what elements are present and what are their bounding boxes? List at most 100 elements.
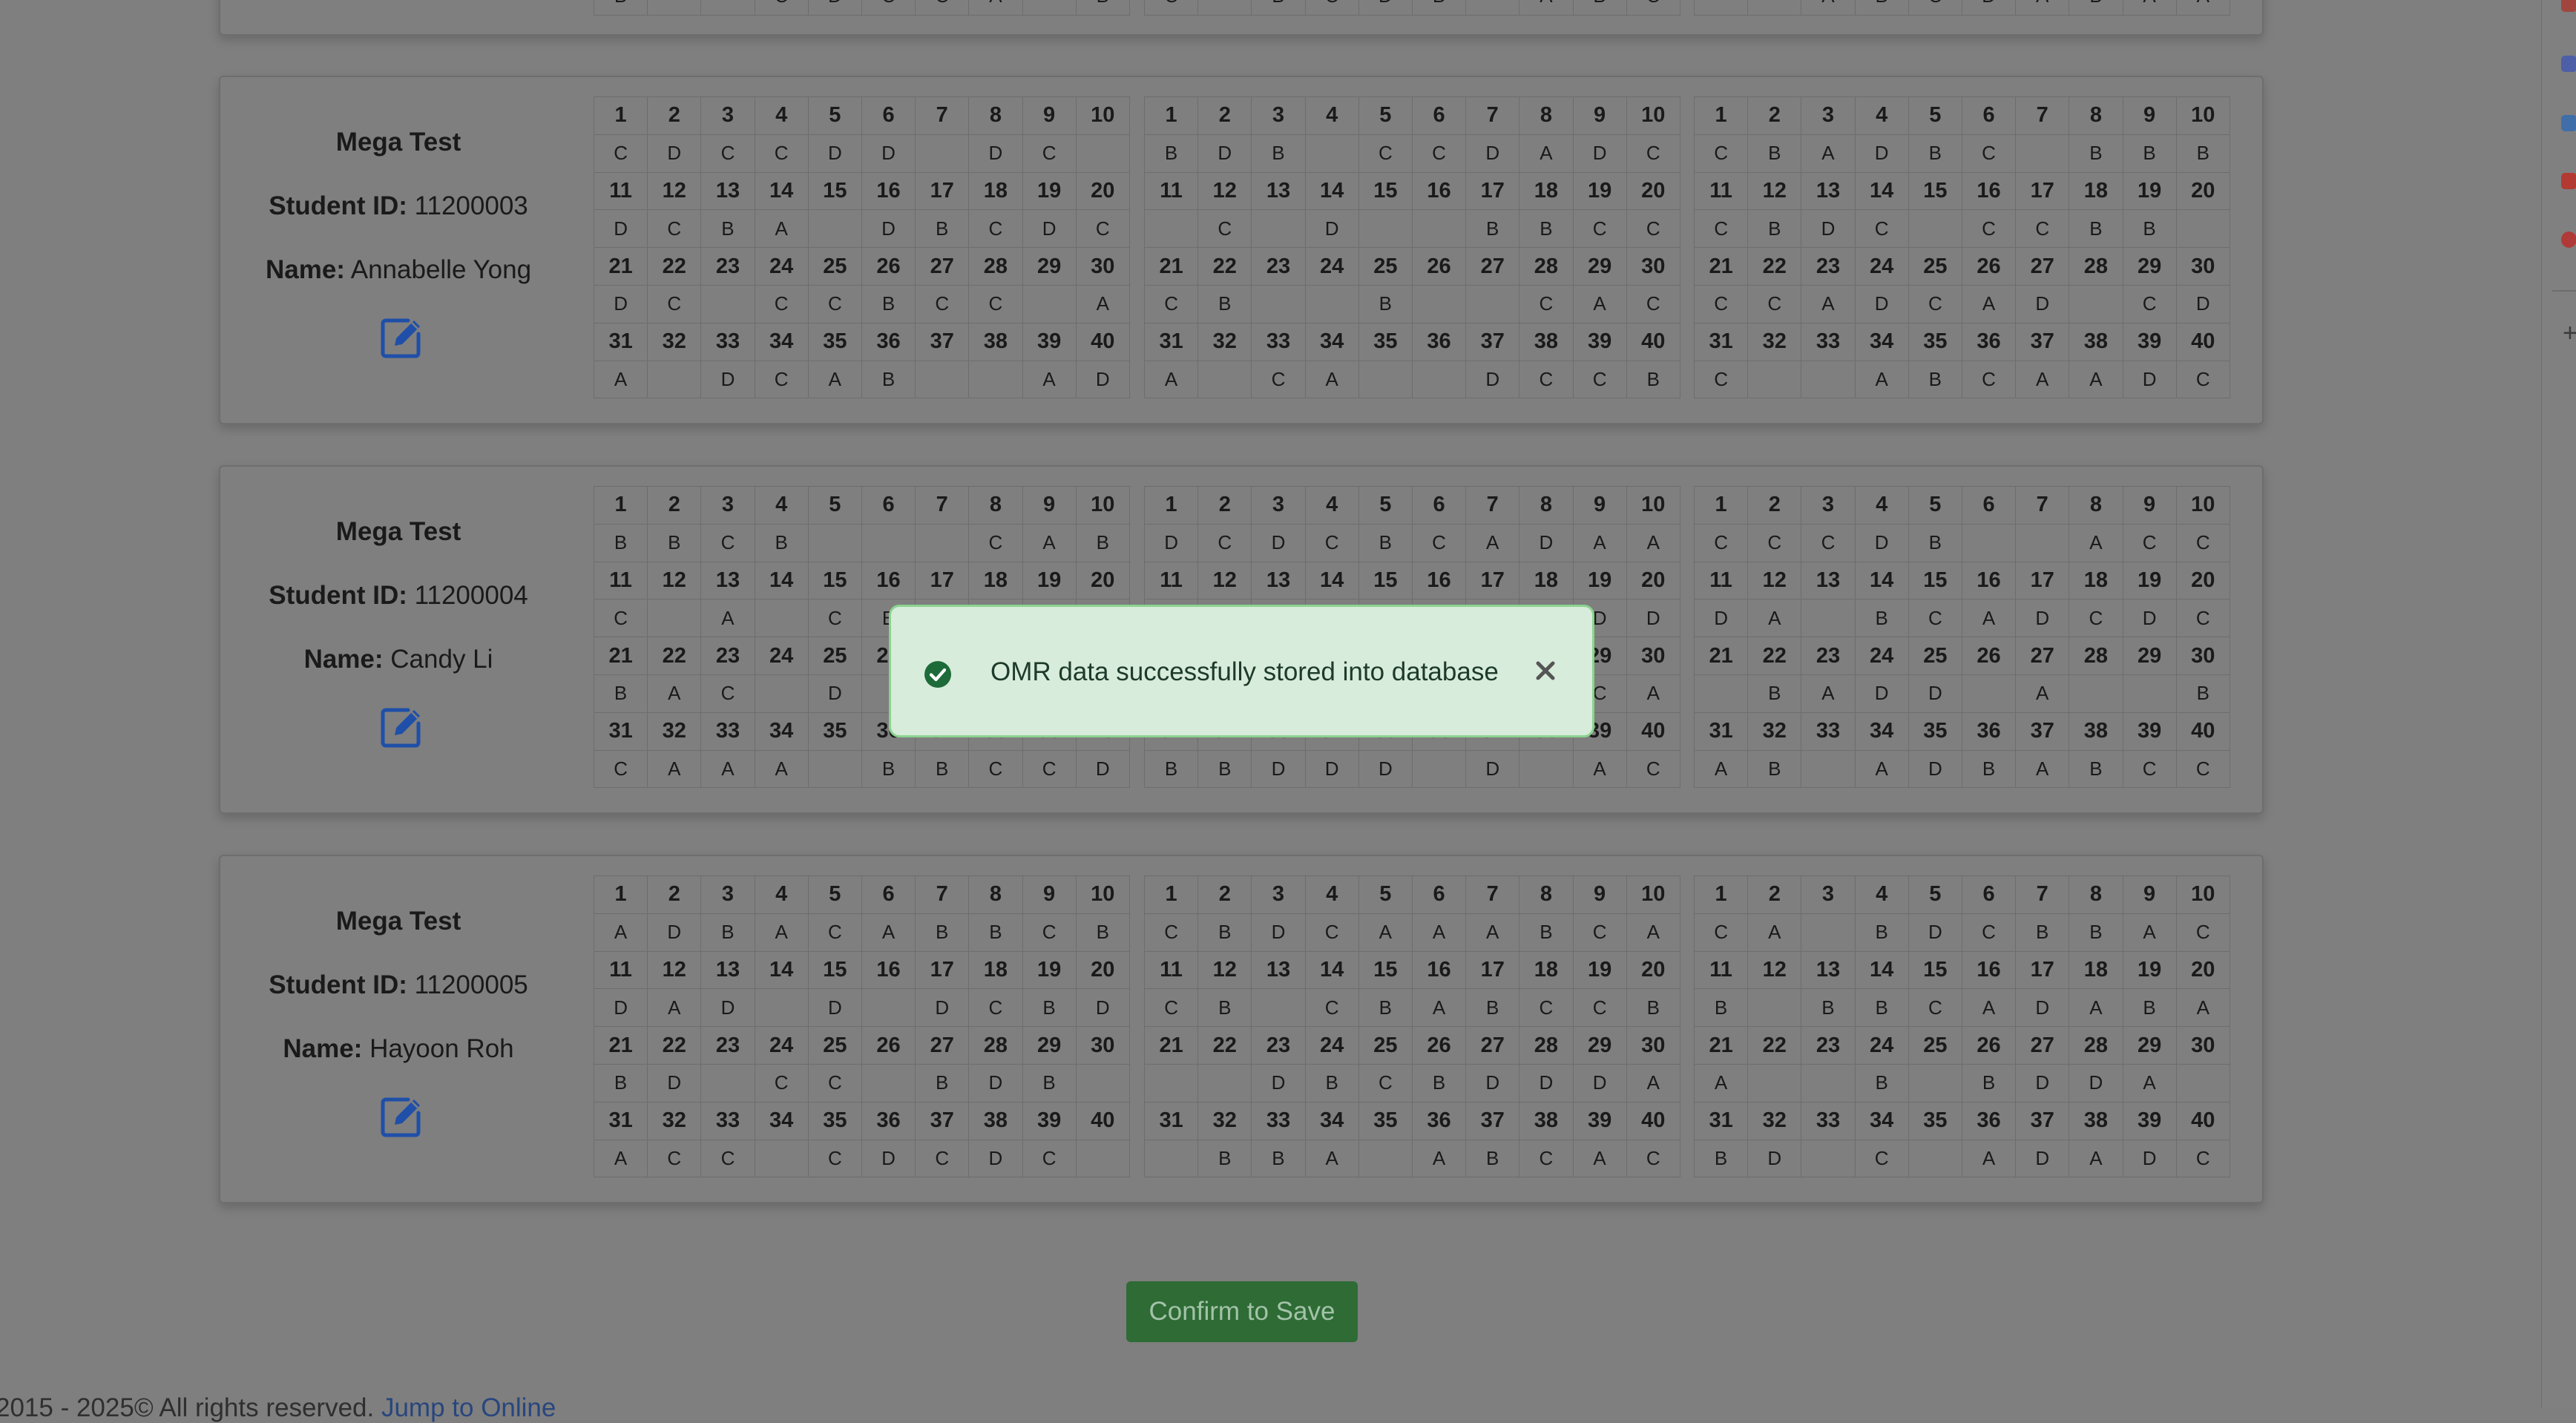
answer-cell: C <box>807 1139 862 1178</box>
question-number: 9 <box>2122 96 2177 135</box>
answer-cell: D <box>2015 1063 2070 1102</box>
question-number: 15 <box>807 561 862 600</box>
question-number: 4 <box>754 96 809 135</box>
answer-cell: A <box>1411 913 1467 952</box>
question-number: 38 <box>968 322 1023 361</box>
answer-row: BADDAB <box>1693 674 2230 713</box>
question-number: 20 <box>2175 950 2230 990</box>
sidebar-app-icon[interactable] <box>2561 115 2576 131</box>
question-number: 34 <box>1854 712 1909 751</box>
question-number: 8 <box>2069 875 2123 914</box>
question-number: 14 <box>754 950 809 990</box>
answer-cell: A <box>1854 749 1909 789</box>
question-number: 18 <box>1519 950 1574 990</box>
answer-row: CAAABBCCD <box>593 749 1130 789</box>
question-number: 6 <box>1961 875 2017 914</box>
question-number: 14 <box>1854 950 1909 990</box>
answer-cell: C <box>807 1063 862 1102</box>
answer-cell: D <box>1854 523 1909 562</box>
edit-icon[interactable] <box>378 315 424 361</box>
answer-cell: D <box>1022 209 1077 249</box>
answer-row: BBDDDDAC <box>1143 749 1680 789</box>
answer-cell <box>2069 284 2123 323</box>
question-number: 24 <box>1304 247 1359 286</box>
sidebar-app-icon[interactable] <box>2561 231 2576 248</box>
answer-cell: C <box>1143 0 1199 16</box>
question-number: 5 <box>1358 96 1413 135</box>
question-number: 38 <box>1519 1101 1574 1140</box>
student-name-value: Candy Li <box>390 645 493 674</box>
question-number: 24 <box>1854 247 1909 286</box>
question-number: 31 <box>593 1101 648 1140</box>
answer-cell: D <box>1747 1139 1802 1178</box>
close-icon[interactable] <box>1534 659 1557 683</box>
youtube-icon[interactable] <box>2561 173 2576 189</box>
question-number: 34 <box>754 712 809 751</box>
question-number: 3 <box>1251 875 1306 914</box>
answer-cell: B <box>915 209 970 249</box>
answer-cell: C <box>1022 1139 1077 1178</box>
answer-cell: D <box>647 1063 702 1102</box>
answer-cell: C <box>754 0 809 16</box>
question-number: 34 <box>754 1101 809 1140</box>
answer-cell: C <box>1747 523 1802 562</box>
answer-cell: C <box>1197 209 1252 249</box>
answer-cell: B <box>2175 134 2230 173</box>
question-number: 22 <box>1747 247 1802 286</box>
answer-row: CABDCBBAC <box>1693 913 2230 952</box>
confirm-save-button[interactable]: Confirm to Save <box>1126 1281 1358 1342</box>
answer-block-2: 1 2 3 4 5 6 7 8 9 10 B D B C C D A D C 11 12 13 14 15 16 17 18 19 20… <box>1143 96 1680 399</box>
answer-cell: D <box>1358 0 1413 16</box>
answer-cell <box>1908 1139 1962 1178</box>
answer-cell: C <box>2175 360 2230 399</box>
question-number: 40 <box>2175 712 2230 751</box>
edit-icon[interactable] <box>378 1094 424 1140</box>
sidebar-app-icon[interactable] <box>2561 0 2576 12</box>
question-number: 7 <box>1465 96 1520 135</box>
answer-cell: D <box>1854 134 1909 173</box>
answer-cell: C <box>2122 523 2177 562</box>
sidebar-app-icon[interactable] <box>2561 56 2576 72</box>
question-number: 31 <box>1143 1101 1199 1140</box>
answer-cell <box>1519 749 1574 789</box>
answer-cell: B <box>1251 134 1306 173</box>
question-number-row: 1 2 3 4 5 6 7 8 9 10 <box>593 96 1130 135</box>
answer-cell <box>1801 749 1856 789</box>
answer-cell: C <box>2122 284 2177 323</box>
answer-cell: B <box>1075 913 1130 952</box>
question-number: 27 <box>2015 247 2070 286</box>
question-number: 1 <box>1143 486 1199 525</box>
answer-cell: A <box>1693 1063 1749 1102</box>
question-number: 24 <box>1854 637 1909 675</box>
answer-cell: B <box>1022 1063 1077 1102</box>
answer-cell <box>647 0 702 16</box>
edit-icon[interactable] <box>378 704 424 750</box>
browser-sidebar: + <box>2541 0 2576 1408</box>
answer-cell: C <box>593 749 648 789</box>
answer-cell: D <box>1304 209 1359 249</box>
student-name-value: Annabelle Yong <box>350 255 532 284</box>
answer-cell <box>1075 1139 1130 1178</box>
question-number-row: 11 12 13 14 15 16 17 18 19 20 <box>1143 561 1680 600</box>
answer-cell <box>1801 913 1856 952</box>
answer-cell: A <box>1801 0 1856 16</box>
answer-cell: A <box>1747 913 1802 952</box>
question-number: 33 <box>1251 322 1306 361</box>
answer-cell: D <box>647 134 702 173</box>
question-number: 21 <box>593 637 648 675</box>
answer-cell: A <box>1572 284 1627 323</box>
question-number: 11 <box>1143 561 1199 600</box>
answer-cell <box>1251 284 1306 323</box>
question-number: 4 <box>1854 875 1909 914</box>
answer-cell: D <box>1075 749 1130 789</box>
question-number: 32 <box>1747 322 1802 361</box>
answer-cell: C <box>1626 209 1680 249</box>
answer-cell: D <box>1143 523 1199 562</box>
question-number: 32 <box>1197 1101 1252 1140</box>
answer-cell: A <box>1519 134 1574 173</box>
answer-cell: A <box>700 599 755 638</box>
answer-cell <box>1075 134 1130 173</box>
question-number: 40 <box>2175 1101 2230 1140</box>
answer-cell: C <box>1693 360 1749 399</box>
add-icon[interactable]: + <box>2563 321 2576 346</box>
